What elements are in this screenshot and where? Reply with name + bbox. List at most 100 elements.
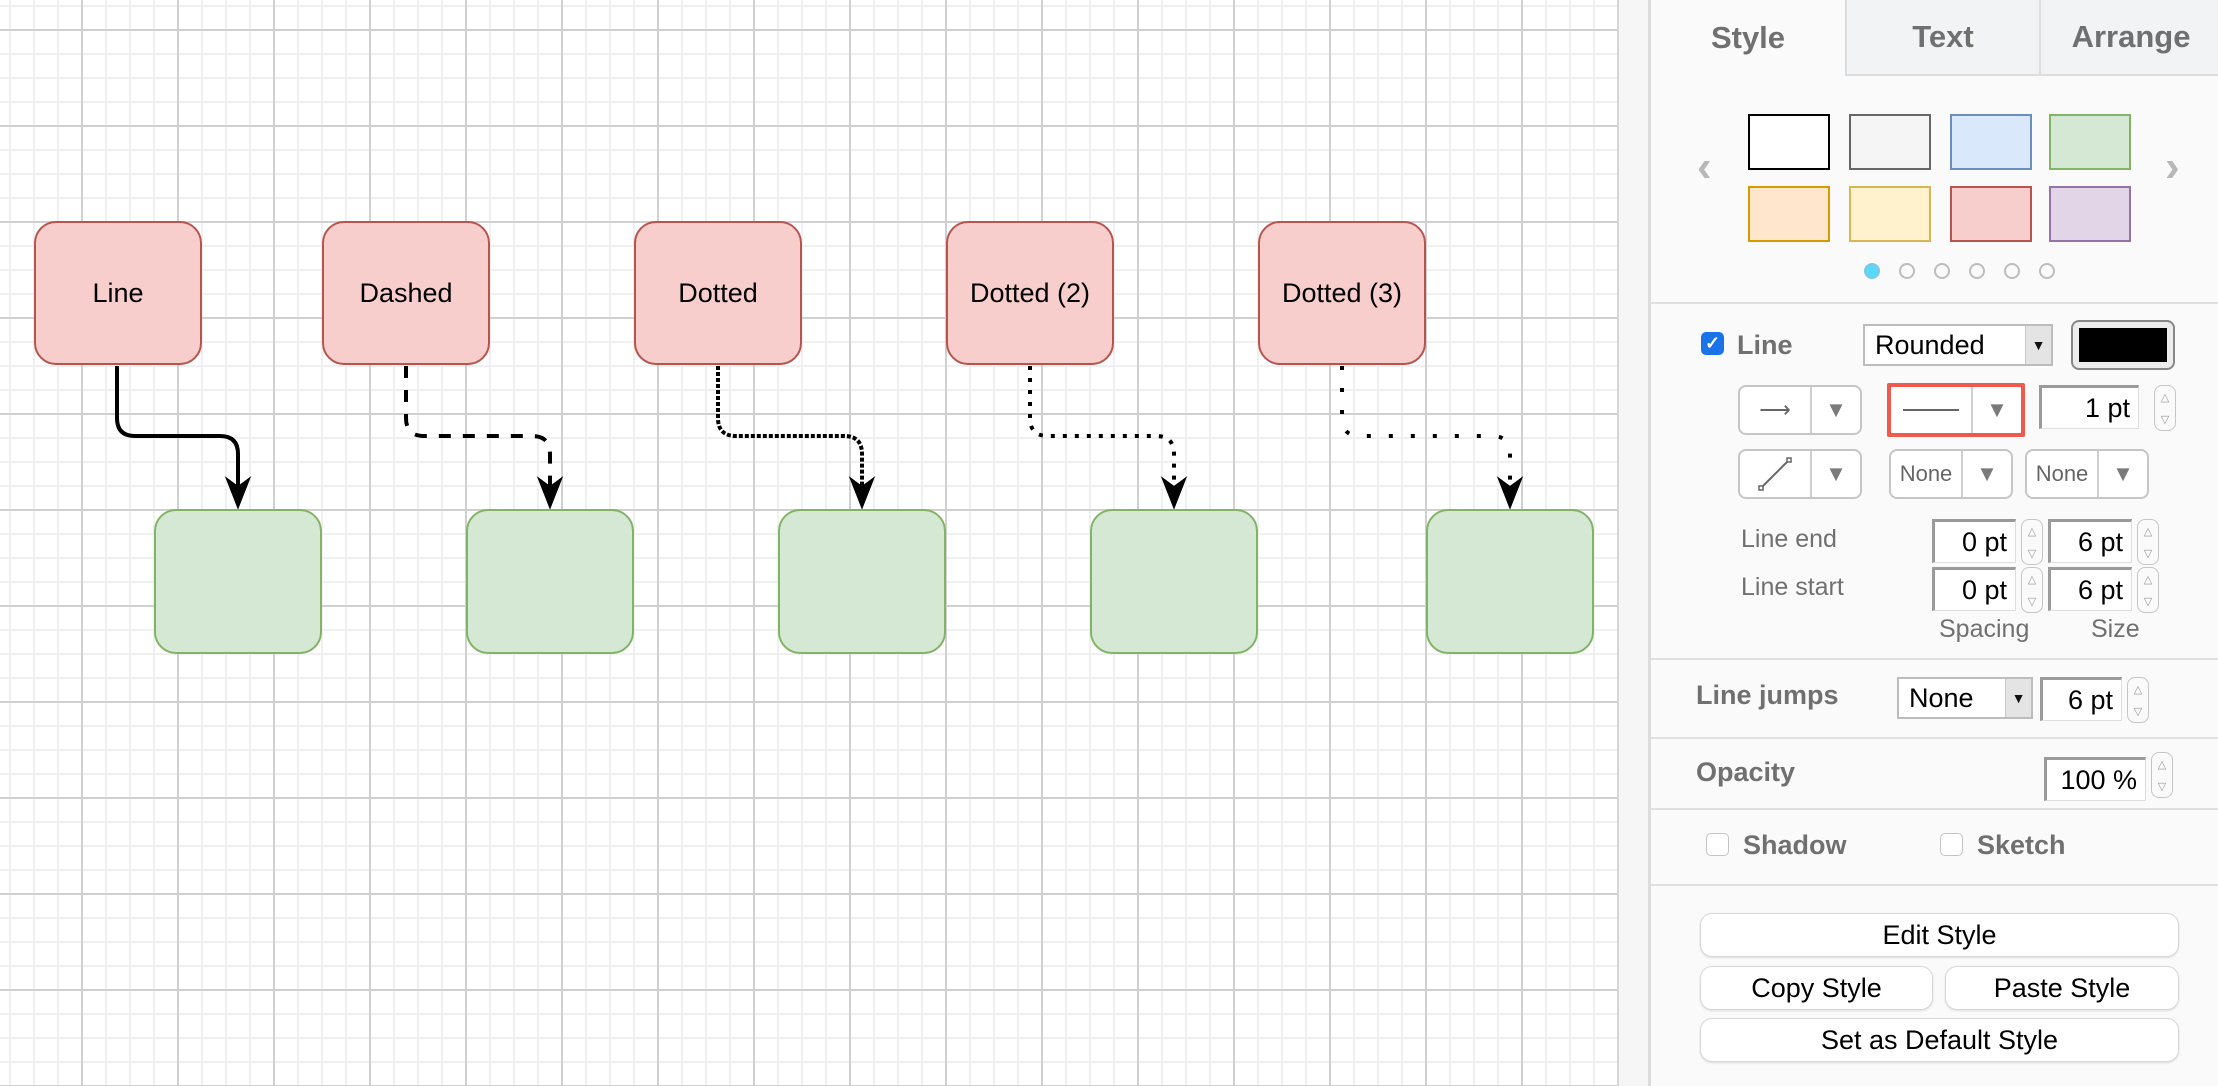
tab-label: Style xyxy=(1710,20,1786,55)
target-shape[interactable] xyxy=(466,509,634,654)
shadow-checkbox[interactable] xyxy=(1706,833,1729,856)
shape-label: Dotted xyxy=(678,277,758,308)
solid-line-icon xyxy=(1891,387,1973,433)
line-start-spacing-stepper[interactable]: △ ▽ xyxy=(2021,567,2043,613)
marker-value: None xyxy=(2027,451,2099,497)
swatch-page-dot[interactable] xyxy=(1934,263,1950,279)
swatch-page-dot[interactable] xyxy=(1899,263,1915,279)
source-shape-dotted-3[interactable]: Dotted (3) xyxy=(1258,221,1426,365)
target-shape[interactable] xyxy=(778,509,946,654)
tab-label: Text xyxy=(1912,19,1974,54)
line-end-size-stepper[interactable]: △ ▽ xyxy=(2137,519,2159,565)
style-swatch[interactable] xyxy=(1849,114,1931,170)
line-width-input[interactable]: 1 pt xyxy=(2039,385,2139,429)
swatch-next-icon[interactable]: › xyxy=(2165,142,2180,192)
divider xyxy=(1651,658,2218,660)
line-end-marker-select[interactable]: None ▼ xyxy=(2025,449,2149,499)
line-jumps-select[interactable]: None ▼ xyxy=(1897,677,2033,719)
line-end-spacing-stepper[interactable]: △ ▽ xyxy=(2021,519,2043,565)
line-start-marker-select[interactable]: None ▼ xyxy=(1889,449,2013,499)
color-preview xyxy=(2079,328,2167,362)
marker-value: None xyxy=(1891,451,1963,497)
style-swatch[interactable] xyxy=(1950,114,2032,170)
swatch-page-dot[interactable] xyxy=(2039,263,2055,279)
chevron-down-icon: ▼ xyxy=(2112,461,2134,486)
source-shape-dotted-2[interactable]: Dotted (2) xyxy=(946,221,1114,365)
shape-label: Dashed xyxy=(359,277,453,308)
tab-label: Arrange xyxy=(2071,19,2191,54)
source-shape-line[interactable]: Line xyxy=(34,221,202,365)
line-pattern-select[interactable]: ▼ xyxy=(1887,383,2025,437)
line-start-size-stepper[interactable]: △ ▽ xyxy=(2137,567,2159,613)
edge-dotted[interactable] xyxy=(716,366,864,487)
divider xyxy=(1651,302,2218,304)
edge-solid[interactable] xyxy=(115,366,240,487)
source-shape-dotted[interactable]: Dotted xyxy=(634,221,802,365)
target-shape[interactable] xyxy=(1426,509,1594,654)
arrowhead-icon xyxy=(1496,476,1524,510)
opacity-stepper[interactable]: △ ▽ xyxy=(2151,752,2173,798)
divider xyxy=(1651,737,2218,739)
line-jumps-size-stepper[interactable]: △ ▽ xyxy=(2127,677,2149,723)
straight-waypoint-icon xyxy=(1740,451,1812,497)
swatch-prev-icon[interactable]: ‹ xyxy=(1697,142,1712,192)
arrowhead-icon xyxy=(1160,476,1188,510)
shape-label: Line xyxy=(92,277,144,308)
edge-dotted-3[interactable] xyxy=(1340,366,1512,487)
tab-style[interactable]: Style xyxy=(1651,0,1845,76)
waypoints-select[interactable]: ▼ xyxy=(1738,449,1862,499)
style-swatch[interactable] xyxy=(1748,186,1830,242)
line-start-size-input[interactable]: 6 pt xyxy=(2048,567,2132,611)
shape-label: Dotted (3) xyxy=(1281,277,1403,308)
sketch-label: Sketch xyxy=(1977,830,2066,860)
sketch-checkbox[interactable] xyxy=(1940,833,1963,856)
swatch-page-dot[interactable] xyxy=(1864,263,1880,279)
target-shape[interactable] xyxy=(154,509,322,654)
divider xyxy=(1651,808,2218,810)
format-panel: Style Text Arrange ‹ › ✓ Line Rounded ▼ … xyxy=(1648,0,2218,1086)
opacity-label: Opacity xyxy=(1696,757,1796,787)
line-color-button[interactable] xyxy=(2071,320,2175,370)
line-start-label: Line start xyxy=(1741,573,1844,601)
connection-style-select[interactable]: ⟶ ▼ xyxy=(1738,385,1862,435)
line-end-size-input[interactable]: 6 pt xyxy=(2048,519,2132,563)
swatch-page-dot[interactable] xyxy=(2004,263,2020,279)
tab-text[interactable]: Text xyxy=(1845,0,2039,76)
spacing-label: Spacing xyxy=(1939,615,2030,643)
set-default-style-button[interactable]: Set as Default Style xyxy=(1700,1018,2179,1062)
line-jumps-size-input[interactable]: 6 pt xyxy=(2040,677,2122,721)
line-width-stepper[interactable]: △ ▽ xyxy=(2154,385,2176,431)
select-value: None xyxy=(1909,682,1974,713)
edge-dotted-2[interactable] xyxy=(1028,366,1176,487)
shadow-label: Shadow xyxy=(1743,830,1847,860)
style-swatch[interactable] xyxy=(1748,114,1830,170)
divider xyxy=(1651,884,2218,886)
line-routing-select[interactable]: Rounded ▼ xyxy=(1863,324,2053,366)
source-shape-dashed[interactable]: Dashed xyxy=(322,221,490,365)
style-swatch[interactable] xyxy=(2049,114,2131,170)
chevron-down-icon: ▼ xyxy=(1825,461,1847,486)
edge-dashed[interactable] xyxy=(404,366,552,487)
line-jumps-label: Line jumps xyxy=(1696,680,1839,710)
edit-style-button[interactable]: Edit Style xyxy=(1700,913,2179,957)
target-shape[interactable] xyxy=(1090,509,1258,654)
paste-style-button[interactable]: Paste Style xyxy=(1945,966,2179,1010)
tab-arrange[interactable]: Arrange xyxy=(2039,0,2218,76)
line-checkbox[interactable]: ✓ xyxy=(1701,332,1724,355)
line-end-spacing-input[interactable]: 0 pt xyxy=(1932,519,2016,563)
line-start-spacing-input[interactable]: 0 pt xyxy=(1932,567,2016,611)
swatch-page-dot[interactable] xyxy=(1969,263,1985,279)
line-label: Line xyxy=(1737,330,1793,360)
style-swatch[interactable] xyxy=(2049,186,2131,242)
copy-style-button[interactable]: Copy Style xyxy=(1700,966,1933,1010)
canvas-scroll-area[interactable] xyxy=(1619,0,1648,1086)
chevron-down-icon: ▼ xyxy=(1825,397,1847,422)
chevron-down-icon: ▼ xyxy=(1986,397,2008,422)
style-swatch[interactable] xyxy=(1950,186,2032,242)
opacity-input[interactable]: 100 % xyxy=(2044,757,2146,801)
shape-label: Dotted (2) xyxy=(969,277,1091,308)
line-end-label: Line end xyxy=(1741,525,1837,553)
select-value: Rounded xyxy=(1875,329,1985,360)
style-swatch[interactable] xyxy=(1849,186,1931,242)
chevron-down-icon: ▼ xyxy=(2005,679,2031,717)
